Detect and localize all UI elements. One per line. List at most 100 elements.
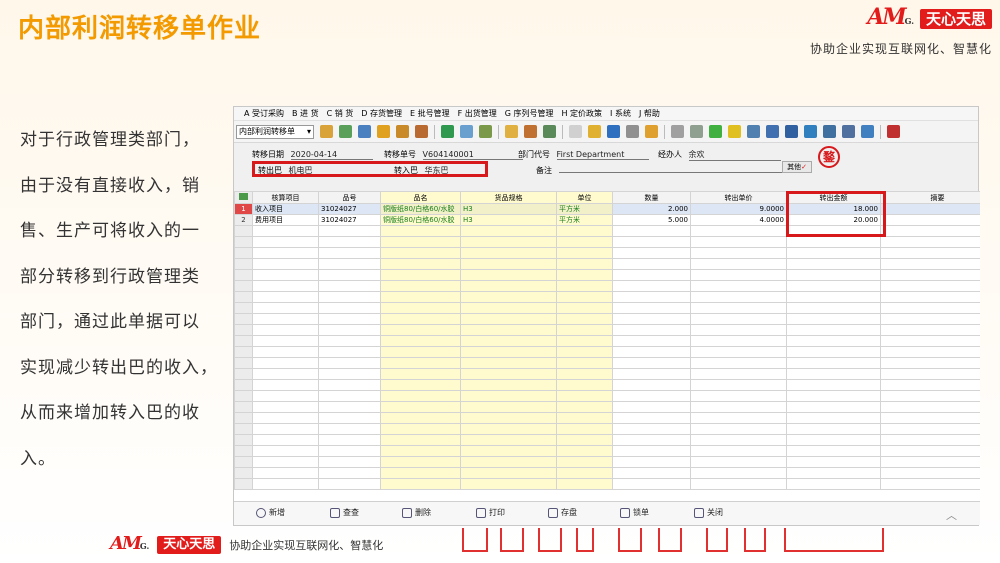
remark-field[interactable]: 备注 xyxy=(536,165,797,176)
empty-cell[interactable] xyxy=(318,434,381,446)
empty-cell[interactable] xyxy=(234,445,253,457)
empty-cell[interactable] xyxy=(380,247,461,259)
collapse-icon[interactable]: ︿ xyxy=(946,507,957,523)
menu-item-system[interactable]: I 系统 xyxy=(610,108,631,119)
col-header-memo[interactable]: 摘要 xyxy=(880,191,980,204)
empty-cell[interactable] xyxy=(880,357,980,369)
empty-cell[interactable] xyxy=(786,456,881,468)
menu-item-inventory[interactable]: D 存货管理 xyxy=(361,108,402,119)
empty-row[interactable] xyxy=(234,313,980,325)
empty-cell[interactable] xyxy=(880,467,980,479)
empty-cell[interactable] xyxy=(612,423,691,435)
cell-name[interactable]: 铜版纸80/白格60/水胶 xyxy=(380,203,461,215)
check-icon[interactable] xyxy=(709,125,722,138)
empty-cell[interactable] xyxy=(612,467,691,479)
empty-row[interactable] xyxy=(234,236,980,248)
book-icon[interactable] xyxy=(671,125,684,138)
empty-cell[interactable] xyxy=(556,236,613,248)
empty-row[interactable] xyxy=(234,302,980,314)
empty-cell[interactable] xyxy=(880,313,980,325)
empty-cell[interactable] xyxy=(786,401,881,413)
empty-cell[interactable] xyxy=(318,379,381,391)
empty-cell[interactable] xyxy=(556,258,613,270)
empty-cell[interactable] xyxy=(786,324,881,336)
empty-row[interactable] xyxy=(234,401,980,413)
empty-cell[interactable] xyxy=(786,280,881,292)
empty-cell[interactable] xyxy=(234,423,253,435)
empty-cell[interactable] xyxy=(786,335,881,347)
empty-cell[interactable] xyxy=(880,247,980,259)
empty-cell[interactable] xyxy=(556,478,613,490)
empty-cell[interactable] xyxy=(460,478,557,490)
empty-cell[interactable] xyxy=(786,258,881,270)
empty-cell[interactable] xyxy=(318,291,381,303)
other-button[interactable]: 其他✓ xyxy=(782,161,812,173)
empty-cell[interactable] xyxy=(690,467,787,479)
empty-row[interactable] xyxy=(234,467,980,479)
empty-cell[interactable] xyxy=(556,269,613,281)
empty-cell[interactable] xyxy=(252,335,319,347)
col-header-unit[interactable]: 单位 xyxy=(556,191,613,204)
empty-cell[interactable] xyxy=(612,324,691,336)
empty-cell[interactable] xyxy=(612,478,691,490)
empty-cell[interactable] xyxy=(880,335,980,347)
empty-row[interactable] xyxy=(234,368,980,380)
empty-cell[interactable] xyxy=(318,225,381,237)
empty-cell[interactable] xyxy=(786,357,881,369)
search-icon[interactable] xyxy=(747,125,760,138)
empty-cell[interactable] xyxy=(380,258,461,270)
empty-cell[interactable] xyxy=(556,313,613,325)
empty-cell[interactable] xyxy=(690,236,787,248)
empty-row[interactable] xyxy=(234,434,980,446)
transfer-icon[interactable] xyxy=(543,125,556,138)
empty-cell[interactable] xyxy=(880,379,980,391)
empty-row[interactable] xyxy=(234,291,980,303)
col-header-spec[interactable]: 货品规格 xyxy=(460,191,557,204)
empty-cell[interactable] xyxy=(252,357,319,369)
empty-cell[interactable] xyxy=(380,269,461,281)
empty-cell[interactable] xyxy=(880,269,980,281)
empty-cell[interactable] xyxy=(460,423,557,435)
empty-cell[interactable] xyxy=(690,368,787,380)
empty-cell[interactable] xyxy=(556,390,613,402)
people-icon[interactable] xyxy=(524,125,537,138)
empty-row[interactable] xyxy=(234,357,980,369)
empty-cell[interactable] xyxy=(318,313,381,325)
empty-cell[interactable] xyxy=(252,456,319,468)
empty-cell[interactable] xyxy=(252,478,319,490)
empty-cell[interactable] xyxy=(234,379,253,391)
empty-cell[interactable] xyxy=(460,401,557,413)
empty-cell[interactable] xyxy=(252,291,319,303)
home-icon[interactable] xyxy=(415,125,428,138)
refresh-icon[interactable] xyxy=(804,125,817,138)
briefcase-icon[interactable] xyxy=(396,125,409,138)
empty-cell[interactable] xyxy=(460,412,557,424)
empty-cell[interactable] xyxy=(460,434,557,446)
empty-cell[interactable] xyxy=(318,324,381,336)
empty-cell[interactable] xyxy=(880,291,980,303)
empty-cell[interactable] xyxy=(880,236,980,248)
empty-cell[interactable] xyxy=(234,434,253,446)
col-header-name[interactable]: 品名 xyxy=(380,191,461,204)
empty-cell[interactable] xyxy=(380,434,461,446)
empty-row[interactable] xyxy=(234,247,980,259)
empty-cell[interactable] xyxy=(380,456,461,468)
empty-cell[interactable] xyxy=(460,456,557,468)
empty-cell[interactable] xyxy=(690,302,787,314)
empty-cell[interactable] xyxy=(380,478,461,490)
empty-cell[interactable] xyxy=(460,445,557,457)
empty-cell[interactable] xyxy=(252,467,319,479)
cell-qty[interactable]: 5.000 xyxy=(612,214,691,226)
phone-icon[interactable] xyxy=(339,125,352,138)
empty-cell[interactable] xyxy=(380,335,461,347)
grid-corner-icon[interactable] xyxy=(234,191,253,204)
handler-field[interactable]: 经办人 余欢 xyxy=(658,149,781,161)
empty-cell[interactable] xyxy=(786,368,881,380)
empty-cell[interactable] xyxy=(460,346,557,358)
cell-memo[interactable] xyxy=(880,214,980,226)
empty-cell[interactable] xyxy=(380,467,461,479)
empty-row[interactable] xyxy=(234,379,980,391)
lock-icon[interactable] xyxy=(377,125,390,138)
empty-cell[interactable] xyxy=(234,280,253,292)
empty-cell[interactable] xyxy=(380,357,461,369)
